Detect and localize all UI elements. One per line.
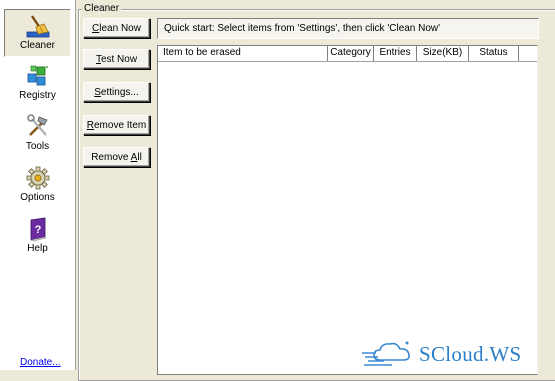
nav-item-label: Registry: [19, 90, 56, 101]
tools-icon: [26, 114, 48, 136]
nav-item-label: Tools: [25, 141, 50, 152]
button-label-part: Remove: [91, 151, 131, 163]
quick-start-text: Quick start: Select items from 'Settings…: [164, 23, 441, 34]
remove-all-button[interactable]: Remove All: [83, 147, 150, 167]
column-header-category[interactable]: Category: [328, 46, 374, 61]
cubes-icon: [27, 65, 48, 86]
button-label-part: lean Now: [99, 22, 141, 34]
nav-item-registry[interactable]: Registry: [4, 60, 71, 108]
gear-icon: [26, 166, 49, 190]
nav-item-options[interactable]: Options: [4, 162, 71, 210]
nav-item-label: Options: [20, 192, 55, 203]
column-header-item[interactable]: Item to be erased: [158, 46, 328, 61]
nav-item-label: Help: [27, 243, 48, 254]
broom-icon: [26, 15, 49, 38]
remove-item-button[interactable]: Remove Item: [83, 115, 150, 135]
button-accelerator: S: [94, 86, 101, 98]
watermark: SCloud.WS: [362, 336, 552, 370]
column-header-entries[interactable]: Entries: [374, 46, 417, 61]
button-label-part: emove Item: [93, 119, 147, 131]
items-list-view[interactable]: Item to be erased Category Entries Size(…: [157, 45, 538, 375]
group-title: Cleaner: [82, 3, 122, 15]
clean-now-button[interactable]: Clean Now: [83, 18, 150, 38]
donate-link[interactable]: Donate...: [20, 357, 61, 368]
help-book-icon: ?: [29, 217, 46, 242]
nav-item-help[interactable]: ? Help: [4, 213, 71, 261]
column-header-status[interactable]: Status: [469, 46, 519, 61]
cloud-logo-icon: [362, 341, 410, 366]
test-now-button[interactable]: Test Now: [83, 49, 150, 69]
button-label-part: ll: [137, 151, 142, 163]
list-header: Item to be erased Category Entries Size(…: [158, 46, 537, 62]
button-accelerator: R: [86, 119, 94, 131]
nav-item-label: Cleaner: [19, 40, 56, 51]
button-label-part: ettings...: [100, 86, 139, 98]
button-label-part: est Now: [100, 53, 138, 65]
quick-start-bar: Quick start: Select items from 'Settings…: [157, 18, 539, 39]
nav-item-tools[interactable]: Tools: [4, 111, 71, 159]
svg-text:?: ?: [34, 224, 41, 236]
nav-item-cleaner[interactable]: Cleaner: [4, 9, 71, 57]
settings-button[interactable]: Settings...: [83, 82, 150, 102]
column-header-size[interactable]: Size(KB): [417, 46, 469, 61]
watermark-text: SCloud.WS: [419, 342, 522, 366]
nav-panel: Cleaner Registry Tools Options ? Help Do…: [0, 0, 76, 370]
